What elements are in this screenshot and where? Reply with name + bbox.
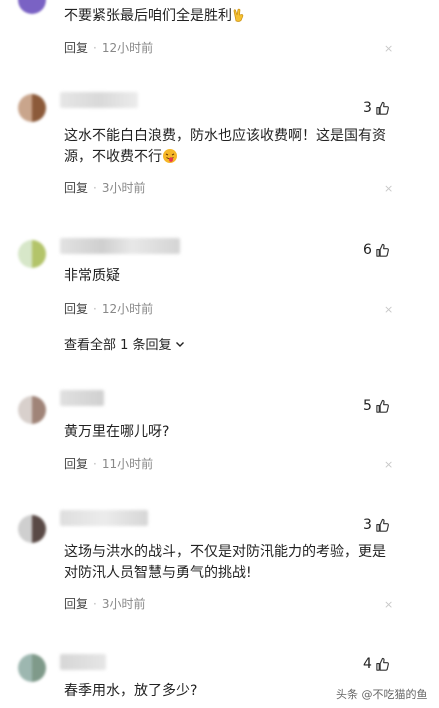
reply-button[interactable]: 回复 [64,41,88,55]
like-button[interactable]: 4 [363,654,390,674]
comment-time: 11小时前 [101,457,154,471]
reply-button[interactable]: 回复 [64,181,88,195]
separator-dot: · [93,302,97,316]
comment-time: 3小时前 [101,181,146,195]
commenter-avatar[interactable] [18,0,46,14]
thumbs-up-icon [376,243,389,257]
separator-dot: · [93,597,97,611]
like-button[interactable]: 6 [363,240,390,260]
comment-text: 这水不能白白浪费，防水也应该收费啊！这是国有资 源，不收费不行 [64,128,386,165]
commenter-avatar[interactable] [18,515,46,543]
commenter-avatar[interactable] [18,654,46,682]
view-all-replies-label: 查看全部 1 条回复 [64,338,172,353]
separator-dot: · [93,181,97,195]
thumbs-up-icon [376,518,389,532]
comment-time: 3小时前 [101,597,146,611]
like-count: 6 [363,242,372,258]
comment-time: 12小时前 [101,302,154,316]
like-count: 3 [363,100,372,116]
close-icon[interactable]: × [384,304,393,316]
separator-dot: · [93,41,97,55]
like-count: 5 [363,398,372,414]
chevron-down-icon [175,341,184,347]
close-icon[interactable]: × [384,599,393,611]
like-count: 4 [363,656,372,672]
close-icon[interactable]: × [384,183,393,195]
comment-meta: 回复 · 3小时前 [64,596,145,612]
reply-button[interactable]: 回复 [64,302,88,316]
commenter-avatar[interactable] [18,240,46,268]
username-blurred[interactable] [60,510,148,526]
thumbs-up-icon [376,657,389,671]
commenter-avatar[interactable] [18,94,46,122]
watermark: 头条 @不吃猫的鱼 [336,686,428,702]
like-button[interactable]: 3 [363,98,390,118]
close-icon[interactable]: × [384,43,393,55]
comment-meta: 回复 · 11小时前 [64,456,153,472]
username-blurred[interactable] [60,390,104,406]
like-count: 3 [363,517,372,533]
username-blurred[interactable] [60,238,180,254]
comment-text: 非常质疑 [64,268,120,284]
like-button[interactable]: 5 [363,396,390,416]
like-button[interactable]: 3 [363,515,390,535]
comment-meta: 回复 · 3小时前 [64,180,145,196]
comment-time: 12小时前 [101,41,154,55]
comment-text: 这场与洪水的战斗，不仅是对防汛能力的考验，更是 对防汛人员智慧与勇气的挑战! [64,544,386,581]
thumbs-up-icon [376,399,389,413]
close-icon[interactable]: × [384,459,393,471]
victory-hand-emoji-icon [232,8,246,22]
view-all-replies-link[interactable]: 查看全部 1 条回复 [64,334,186,353]
thumbs-up-icon [376,101,389,115]
reply-button[interactable]: 回复 [64,457,88,471]
comment-meta: 回复 · 12小时前 [64,301,153,317]
comment-text: 黄万里在哪儿呀? [64,424,170,440]
username-blurred[interactable] [60,654,106,670]
separator-dot: · [93,457,97,471]
reply-button[interactable]: 回复 [64,597,88,611]
username-blurred[interactable] [60,92,138,108]
tongue-face-emoji-icon [162,148,178,164]
commenter-avatar[interactable] [18,396,46,424]
comment-text: 不要紧张最后咱们全是胜利 [64,6,404,27]
comment-meta: 回复 · 12小时前 [64,40,153,56]
